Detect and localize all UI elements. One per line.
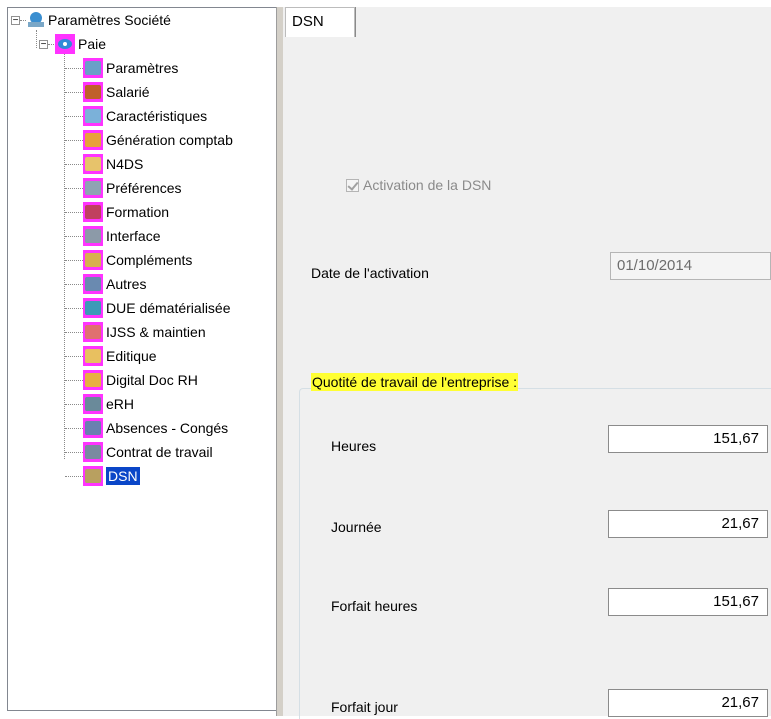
collapse-icon[interactable]: − [11, 16, 20, 26]
activation-checkbox[interactable] [346, 178, 359, 192]
tree-item-label: IJSS & maintien [106, 324, 206, 340]
ijss-icon [83, 322, 103, 342]
heures-value: 151,67 [713, 430, 759, 447]
activation-checkbox-row[interactable]: Activation de la DSN [346, 175, 491, 195]
tree-item-label: Autres [106, 276, 147, 292]
journee-value: 21,67 [721, 515, 759, 532]
forfait-jour-value: 21,67 [721, 694, 759, 711]
folder-icon [83, 154, 103, 174]
tree-connector [65, 356, 83, 357]
training-icon [83, 202, 103, 222]
forfait-jour-field[interactable]: 21,67 [608, 689, 768, 717]
activation-label: Activation de la DSN [363, 177, 492, 193]
tree-item-label: Editique [106, 348, 157, 364]
tree-connector [65, 428, 83, 429]
tree-connector [65, 140, 83, 141]
tree-item-label: Préférences [106, 180, 182, 196]
date-activation-label: Date de l'activation [311, 265, 429, 281]
absences-icon [83, 418, 103, 438]
date-activation-value: 01/10/2014 [617, 257, 693, 274]
employee-icon [83, 82, 103, 102]
due-icon [83, 298, 103, 318]
heures-label: Heures [331, 438, 377, 454]
payroll-icon [55, 34, 75, 54]
tree-connector [65, 332, 83, 333]
preferences-icon [83, 178, 103, 198]
tab-divider [355, 7, 356, 37]
tree-connector [65, 452, 83, 453]
tree-connector [48, 44, 54, 45]
tree-item-label: Salarié [106, 84, 150, 100]
tree-item-label: Caractéristiques [106, 108, 208, 124]
tree-item-label: Digital Doc RH [106, 372, 198, 388]
tree-item-label: Paramètres [106, 60, 179, 76]
quotite-group-title: Quotité de travail de l'entreprise : [311, 373, 519, 391]
tree-paie-label: Paie [78, 36, 107, 52]
settings-icon [83, 58, 103, 78]
others-icon [83, 274, 103, 294]
tree-connector [65, 188, 83, 189]
tree-connector [65, 116, 83, 117]
tree-item-label: Compléments [106, 252, 193, 268]
document-icon [83, 130, 103, 150]
tree-connector [36, 30, 37, 48]
tree-connector [65, 212, 83, 213]
journee-field[interactable]: 21,67 [608, 510, 768, 538]
forfait-jour-label: Forfait jour [331, 699, 398, 715]
erh-icon [83, 394, 103, 414]
forfait-heures-value: 151,67 [713, 593, 759, 610]
tree-item-label: DUE dématérialisée [106, 300, 231, 316]
journee-label: Journée [331, 519, 382, 535]
tab-dsn[interactable]: DSN [285, 7, 355, 37]
tree-connector [65, 476, 83, 477]
forfait-heures-label: Forfait heures [331, 598, 418, 614]
tree-item-label: Interface [106, 228, 161, 244]
tree-connector [65, 236, 83, 237]
tree-root-label: Paramètres Société [48, 12, 171, 28]
tree-item-label: Absences - Congés [106, 420, 229, 436]
interface-icon [83, 226, 103, 246]
tree-connector [64, 54, 65, 459]
collapse-icon[interactable]: − [39, 40, 48, 50]
tree-item-label: DSN [106, 467, 140, 485]
tree-connector [65, 164, 83, 165]
tree-connector [65, 92, 83, 93]
content-panel: DSN Activation de la DSN Date de l'activ… [283, 7, 771, 719]
tab-dsn-label: DSN [292, 13, 324, 30]
forfait-heures-field[interactable]: 151,67 [608, 588, 768, 616]
heures-field[interactable]: 151,67 [608, 425, 768, 453]
tree-connector [65, 260, 83, 261]
tree-panel[interactable]: − Paramètres Société − Paie Paramètres Sa… [7, 7, 276, 711]
tree-connector [65, 380, 83, 381]
date-activation-field[interactable]: 01/10/2014 [610, 252, 771, 280]
tree-item-label: Formation [106, 204, 170, 220]
panel-splitter[interactable] [276, 7, 283, 716]
tree-item-label: Génération comptab [106, 132, 233, 148]
tree-connector [65, 404, 83, 405]
tree-connector [65, 284, 83, 285]
tree-connector [65, 308, 83, 309]
tree-item-label: Contrat de travail [106, 444, 213, 460]
digital-doc-icon [83, 370, 103, 390]
company-icon [26, 10, 46, 30]
features-icon [83, 106, 103, 126]
contract-icon [83, 442, 103, 462]
tree-item-label: eRH [106, 396, 135, 412]
complements-icon [83, 250, 103, 270]
tree-connector [65, 68, 83, 69]
tree-item-label: N4DS [106, 156, 144, 172]
dsn-icon [83, 466, 103, 486]
editique-icon [83, 346, 103, 366]
